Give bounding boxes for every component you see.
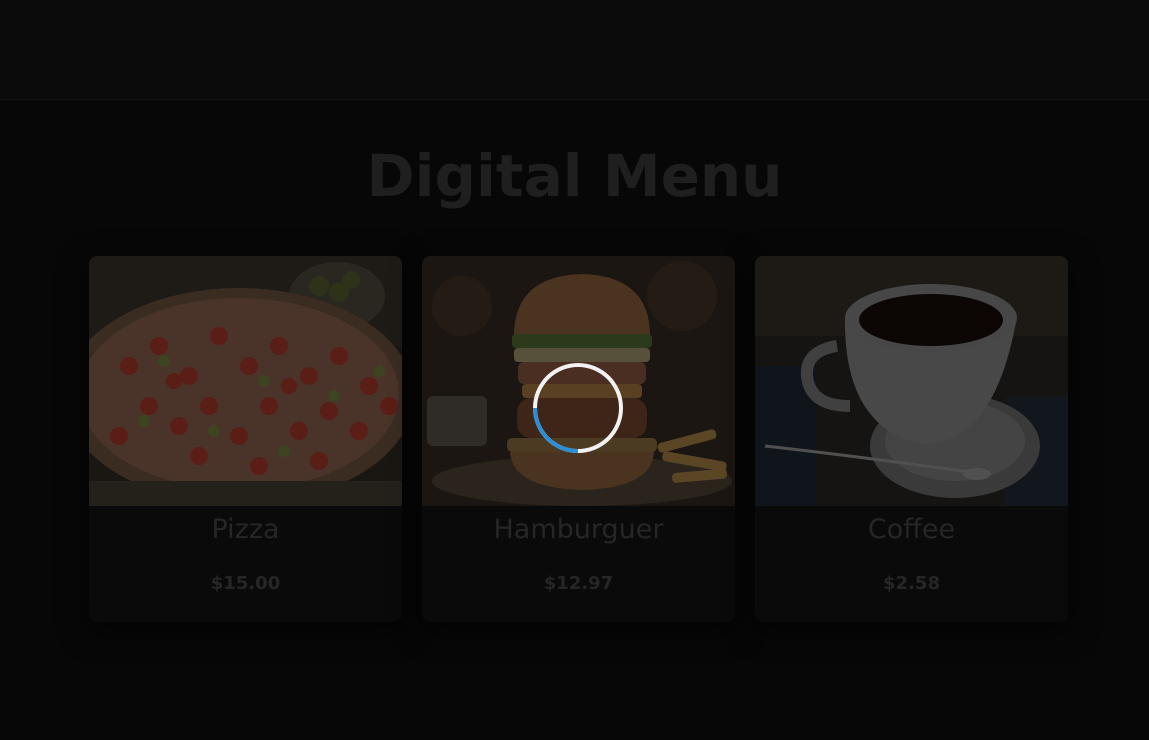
loading-spinner-icon (533, 363, 623, 453)
spinner-arc (533, 407, 579, 453)
